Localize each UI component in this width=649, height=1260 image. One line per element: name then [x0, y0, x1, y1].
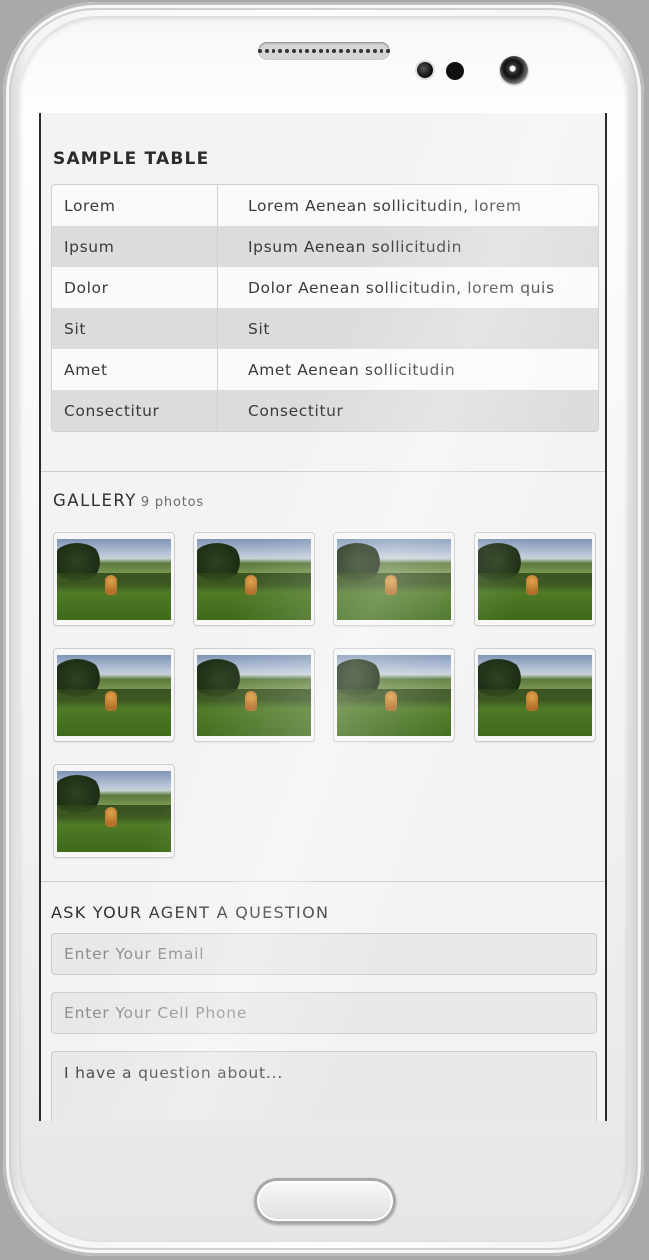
- gallery-photo-thumbnail[interactable]: [333, 648, 455, 742]
- gallery-photo-thumbnail[interactable]: [193, 532, 315, 626]
- gallery-photo-thumbnail[interactable]: [193, 648, 315, 742]
- table-cell-label: Lorem: [52, 185, 218, 226]
- gallery-photo-thumbnail[interactable]: [474, 532, 596, 626]
- section-divider: [41, 471, 605, 472]
- home-button[interactable]: [254, 1178, 396, 1224]
- table-cell-label: Ipsum: [52, 226, 218, 267]
- table-cell-label: Consectitur: [52, 390, 218, 431]
- question-textarea[interactable]: I have a question about...: [51, 1051, 597, 1121]
- gallery-photo-thumbnail[interactable]: [53, 648, 175, 742]
- gallery-photo: [57, 771, 171, 852]
- gallery-photo: [337, 655, 451, 736]
- gallery-photo-thumbnail[interactable]: [333, 532, 455, 626]
- gallery-photo-count: 9 photos: [140, 495, 204, 510]
- email-field[interactable]: [51, 933, 597, 975]
- table-cell-value: Ipsum Aenean sollicitudin: [248, 237, 462, 256]
- earpiece-speaker: [258, 42, 390, 60]
- table-cell-label: Sit: [52, 308, 218, 349]
- gallery-photo: [57, 539, 171, 620]
- light-sensor: [446, 62, 464, 80]
- contact-form-title: ASK YOUR AGENT A QUESTION: [51, 903, 330, 922]
- gallery-photo-thumbnail[interactable]: [53, 764, 175, 858]
- table-cell-value: Sit: [248, 319, 271, 338]
- table-cell-label: Dolor: [52, 267, 218, 308]
- gallery-photo-thumbnail[interactable]: [53, 532, 175, 626]
- table-row: Consectitur Consectitur: [52, 390, 598, 431]
- table-cell-value: Consectitur: [248, 401, 344, 420]
- table-cell-label: Amet: [52, 349, 218, 390]
- cell-phone-field[interactable]: [51, 992, 597, 1034]
- section-divider: [41, 881, 605, 882]
- table-row: Sit Sit: [52, 308, 598, 349]
- table-row: Amet Amet Aenean sollicitudin: [52, 349, 598, 390]
- gallery-photo: [197, 539, 311, 620]
- table-row: Ipsum Ipsum Aenean sollicitudin: [52, 226, 598, 267]
- phone-screen: SAMPLE TABLE Lorem Lorem Aenean sollicit…: [39, 113, 607, 1121]
- sample-table: Lorem Lorem Aenean sollicitudin, lorem I…: [51, 184, 599, 432]
- table-cell-value: Lorem Aenean sollicitudin, lorem: [248, 196, 522, 215]
- proximity-sensor: [417, 62, 433, 78]
- front-camera-icon: [500, 56, 528, 84]
- table-row: Dolor Dolor Aenean sollicitudin, lorem q…: [52, 267, 598, 308]
- table-row: Lorem Lorem Aenean sollicitudin, lorem: [52, 185, 598, 226]
- gallery-title: GALLERY 9 photos: [53, 491, 204, 510]
- gallery-photo: [57, 655, 171, 736]
- gallery-photo: [478, 655, 592, 736]
- gallery-photo: [478, 539, 592, 620]
- gallery-photo: [337, 539, 451, 620]
- table-cell-value: Amet Aenean sollicitudin: [248, 360, 456, 379]
- table-cell-value: Dolor Aenean sollicitudin, lorem quis: [248, 278, 555, 297]
- gallery-title-text: GALLERY: [53, 491, 137, 510]
- gallery-photo-thumbnail[interactable]: [474, 648, 596, 742]
- gallery-photo: [197, 655, 311, 736]
- table-title: SAMPLE TABLE: [53, 149, 210, 169]
